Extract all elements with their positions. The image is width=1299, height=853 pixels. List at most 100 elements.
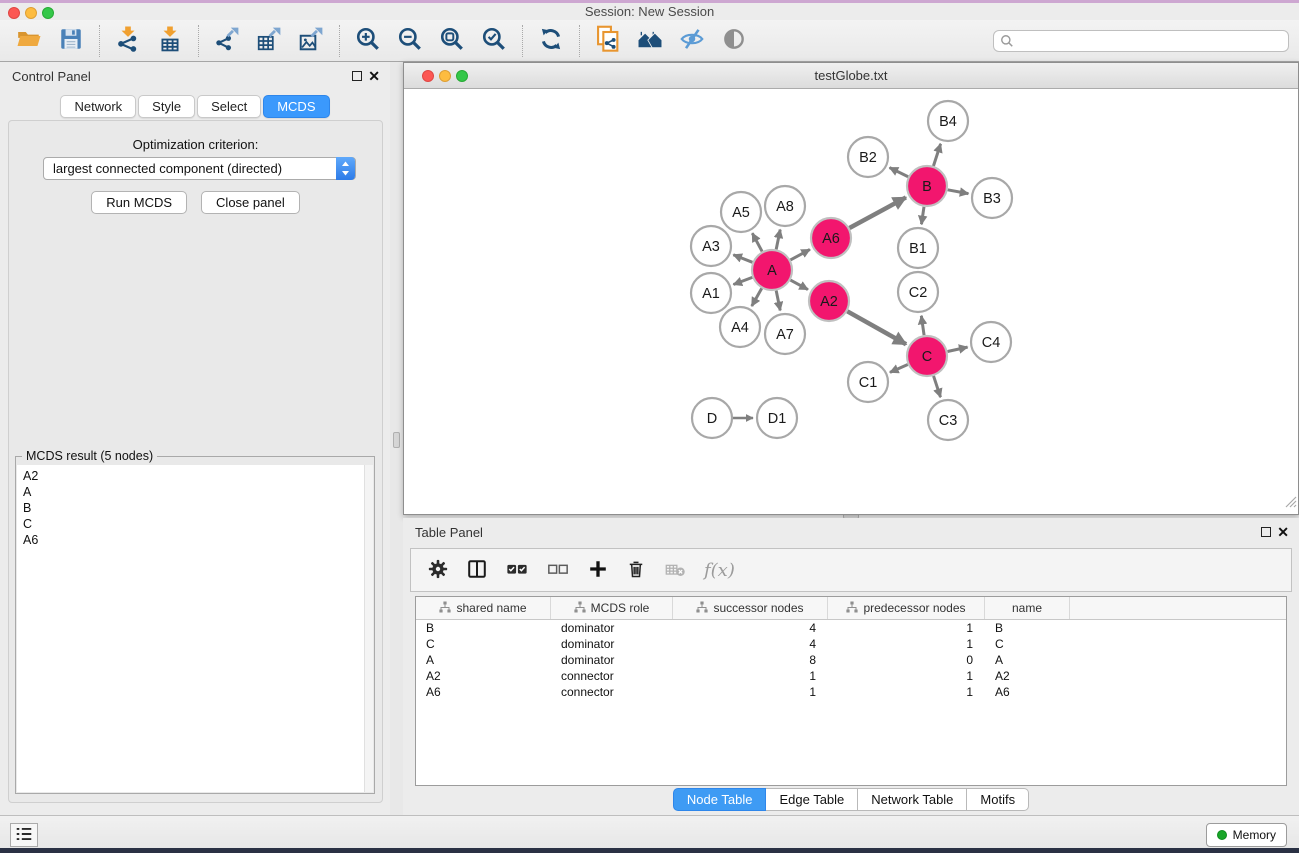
table-row[interactable]: Adominator80A: [416, 652, 1286, 668]
float-panel-icon[interactable]: [1261, 527, 1271, 537]
graph-edge-A2-C[interactable]: [847, 311, 906, 344]
import-network-button[interactable]: [107, 22, 149, 60]
network-canvas[interactable]: B4 B2 B B3 A8A5 A6 A3 B1 A C2 A1 A2 A4A7 C4 C C1 D D1 C3: [405, 89, 1297, 510]
save-session-button[interactable]: [50, 22, 92, 60]
zoom-in-button[interactable]: [347, 22, 389, 60]
mcds-result-item[interactable]: A6: [23, 532, 373, 548]
table-settings-button[interactable]: [427, 558, 449, 583]
home-button[interactable]: [629, 22, 671, 60]
graph-edge-A-A6[interactable]: [790, 249, 809, 260]
tab-network-table[interactable]: Network Table: [858, 788, 967, 811]
column-header-MCDS-role[interactable]: MCDS role: [551, 597, 673, 619]
tab-node-table[interactable]: Node Table: [673, 788, 767, 811]
criterion-dropdown[interactable]: largest connected component (directed): [43, 157, 356, 180]
vertical-splitter-handle[interactable]: [393, 432, 400, 448]
graph-node-B4[interactable]: B4: [928, 101, 968, 141]
graph-node-B3[interactable]: B3: [972, 178, 1012, 218]
tab-network[interactable]: Network: [60, 95, 136, 118]
graph-edge-A-A5[interactable]: [752, 233, 762, 251]
mcds-list-scrollbar[interactable]: [364, 465, 373, 792]
float-panel-icon[interactable]: [352, 71, 362, 81]
graph-node-C4[interactable]: C4: [971, 322, 1011, 362]
mcds-result-list[interactable]: A2ABCA6: [17, 465, 373, 792]
export-image-button[interactable]: [290, 22, 332, 60]
hide-panel-button[interactable]: [671, 22, 713, 60]
graph-node-A7[interactable]: A7: [765, 314, 805, 354]
graph-edge-C-C2[interactable]: [921, 316, 924, 335]
add-column-button[interactable]: [587, 558, 609, 583]
graph-edge-B-B1[interactable]: [921, 207, 924, 224]
tab-style[interactable]: Style: [138, 95, 195, 118]
graph-node-A1[interactable]: A1: [691, 273, 731, 313]
graph-node-A6[interactable]: A6: [811, 218, 851, 258]
graph-edge-C-C1[interactable]: [890, 364, 908, 372]
refresh-layout-button[interactable]: [530, 22, 572, 60]
column-header-shared-name[interactable]: shared name: [416, 597, 551, 619]
close-panel-button[interactable]: Close panel: [201, 191, 300, 214]
show-columns-button[interactable]: [466, 558, 488, 583]
graph-edge-B-B2[interactable]: [890, 168, 909, 177]
graph-edge-C-C3[interactable]: [934, 376, 941, 397]
close-panel-icon[interactable]: ✕: [368, 67, 380, 85]
graph-edge-A-A7[interactable]: [776, 291, 780, 311]
zoom-out-button[interactable]: [389, 22, 431, 60]
delete-column-button[interactable]: [626, 558, 646, 583]
column-header-successor-nodes[interactable]: successor nodes: [673, 597, 828, 619]
mcds-result-item[interactable]: B: [23, 500, 373, 516]
graph-node-C3[interactable]: C3: [928, 400, 968, 440]
select-all-button[interactable]: [505, 558, 529, 583]
graph-node-A[interactable]: A: [752, 250, 792, 290]
network-graph[interactable]: B4 B2 B B3 A8A5 A6 A3 B1 A C2 A1 A2 A4A7 C4 C C1 D D1 C3: [405, 89, 1297, 511]
graph-node-C[interactable]: C: [907, 336, 947, 376]
show-panel-button[interactable]: [713, 22, 755, 60]
import-table-button[interactable]: [149, 22, 191, 60]
export-table-button[interactable]: [248, 22, 290, 60]
tab-motifs[interactable]: Motifs: [967, 788, 1029, 811]
graph-node-B2[interactable]: B2: [848, 137, 888, 177]
mcds-result-item[interactable]: C: [23, 516, 373, 532]
graph-edge-A-A1[interactable]: [733, 277, 752, 284]
export-network-button[interactable]: [206, 22, 248, 60]
graph-node-A8[interactable]: A8: [765, 186, 805, 226]
memory-button[interactable]: Memory: [1206, 823, 1287, 847]
graph-node-B[interactable]: B: [907, 166, 947, 206]
graph-node-A4[interactable]: A4: [720, 307, 760, 347]
column-header-predecessor-nodes[interactable]: predecessor nodes: [828, 597, 985, 619]
table-row[interactable]: A6connector11A6: [416, 684, 1286, 700]
search-input[interactable]: [993, 30, 1289, 52]
network-window-titlebar[interactable]: testGlobe.txt: [404, 63, 1298, 89]
task-history-button[interactable]: [10, 823, 38, 847]
graph-edge-A-A2[interactable]: [790, 280, 807, 290]
graph-edge-A6-B[interactable]: [849, 197, 905, 228]
deselect-all-button[interactable]: [546, 558, 570, 583]
table-row[interactable]: Bdominator41B: [416, 620, 1286, 636]
graph-node-B1[interactable]: B1: [898, 228, 938, 268]
resize-grip-icon[interactable]: [1283, 494, 1297, 513]
graph-node-A5[interactable]: A5: [721, 192, 761, 232]
tab-mcds[interactable]: MCDS: [263, 95, 329, 118]
clone-network-button[interactable]: [587, 22, 629, 60]
tab-select[interactable]: Select: [197, 95, 261, 118]
graph-node-D1[interactable]: D1: [757, 398, 797, 438]
run-mcds-button[interactable]: Run MCDS: [91, 191, 187, 214]
graph-node-A3[interactable]: A3: [691, 226, 731, 266]
graph-node-A2[interactable]: A2: [809, 281, 849, 321]
graph-edge-A-A3[interactable]: [733, 255, 752, 263]
mcds-result-item[interactable]: A: [23, 484, 373, 500]
zoom-selected-button[interactable]: [473, 22, 515, 60]
table-row[interactable]: A2connector11A2: [416, 668, 1286, 684]
table-row[interactable]: Cdominator41C: [416, 636, 1286, 652]
graph-edge-A-A4[interactable]: [752, 288, 762, 306]
close-panel-icon[interactable]: ✕: [1277, 523, 1289, 541]
zoom-fit-button[interactable]: [431, 22, 473, 60]
graph-node-D[interactable]: D: [692, 398, 732, 438]
tab-edge-table[interactable]: Edge Table: [766, 788, 858, 811]
graph-edge-B-B3[interactable]: [948, 190, 969, 194]
graph-edge-C-C4[interactable]: [948, 347, 968, 351]
graph-edge-B-B4[interactable]: [933, 144, 940, 166]
graph-node-C2[interactable]: C2: [898, 272, 938, 312]
open-session-button[interactable]: [8, 22, 50, 60]
graph-node-C1[interactable]: C1: [848, 362, 888, 402]
column-header-name[interactable]: name: [985, 597, 1070, 619]
graph-edge-A-A8[interactable]: [776, 230, 780, 250]
